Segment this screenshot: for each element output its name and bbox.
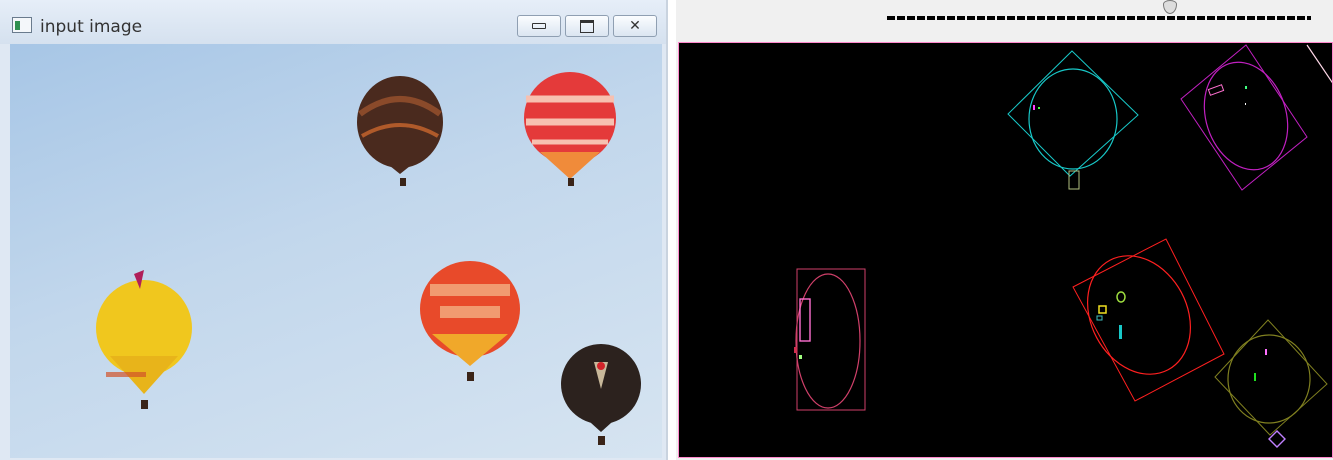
maximize-button[interactable]	[565, 15, 609, 37]
close-icon: ✕	[629, 18, 641, 34]
contour-olive	[1214, 319, 1328, 448]
balloon-checkered	[420, 261, 520, 381]
maximize-icon	[580, 19, 594, 33]
titlebar[interactable]: input image ✕	[0, 0, 666, 44]
trackbar-area[interactable]	[676, 0, 1333, 40]
close-button[interactable]: ✕	[613, 15, 657, 37]
contour-drawing	[794, 44, 1332, 448]
window-title: input image	[40, 17, 143, 37]
threshold-slider-thumb[interactable]	[1163, 0, 1177, 14]
balloon-black-tuxedo	[561, 344, 641, 445]
minimize-icon	[532, 23, 546, 29]
contour-rose	[794, 268, 866, 411]
input-image-window: input image ✕	[0, 0, 668, 460]
threshold-slider-track[interactable]	[887, 16, 1311, 20]
contour-cyan	[1007, 50, 1139, 190]
contour-red	[1072, 238, 1225, 402]
contour-edge-line	[1306, 44, 1332, 84]
minimize-button[interactable]	[517, 15, 561, 37]
app-window-icon	[12, 17, 32, 33]
balloon-yellow	[96, 270, 192, 409]
contour-magenta	[1180, 44, 1308, 191]
balloon-red-stripes	[524, 72, 616, 186]
balloon-illustration	[96, 72, 641, 445]
contour-canvas	[678, 42, 1333, 458]
balloon-dark-brown	[357, 76, 443, 186]
balloon-photo	[10, 44, 662, 458]
result-window	[676, 0, 1333, 460]
